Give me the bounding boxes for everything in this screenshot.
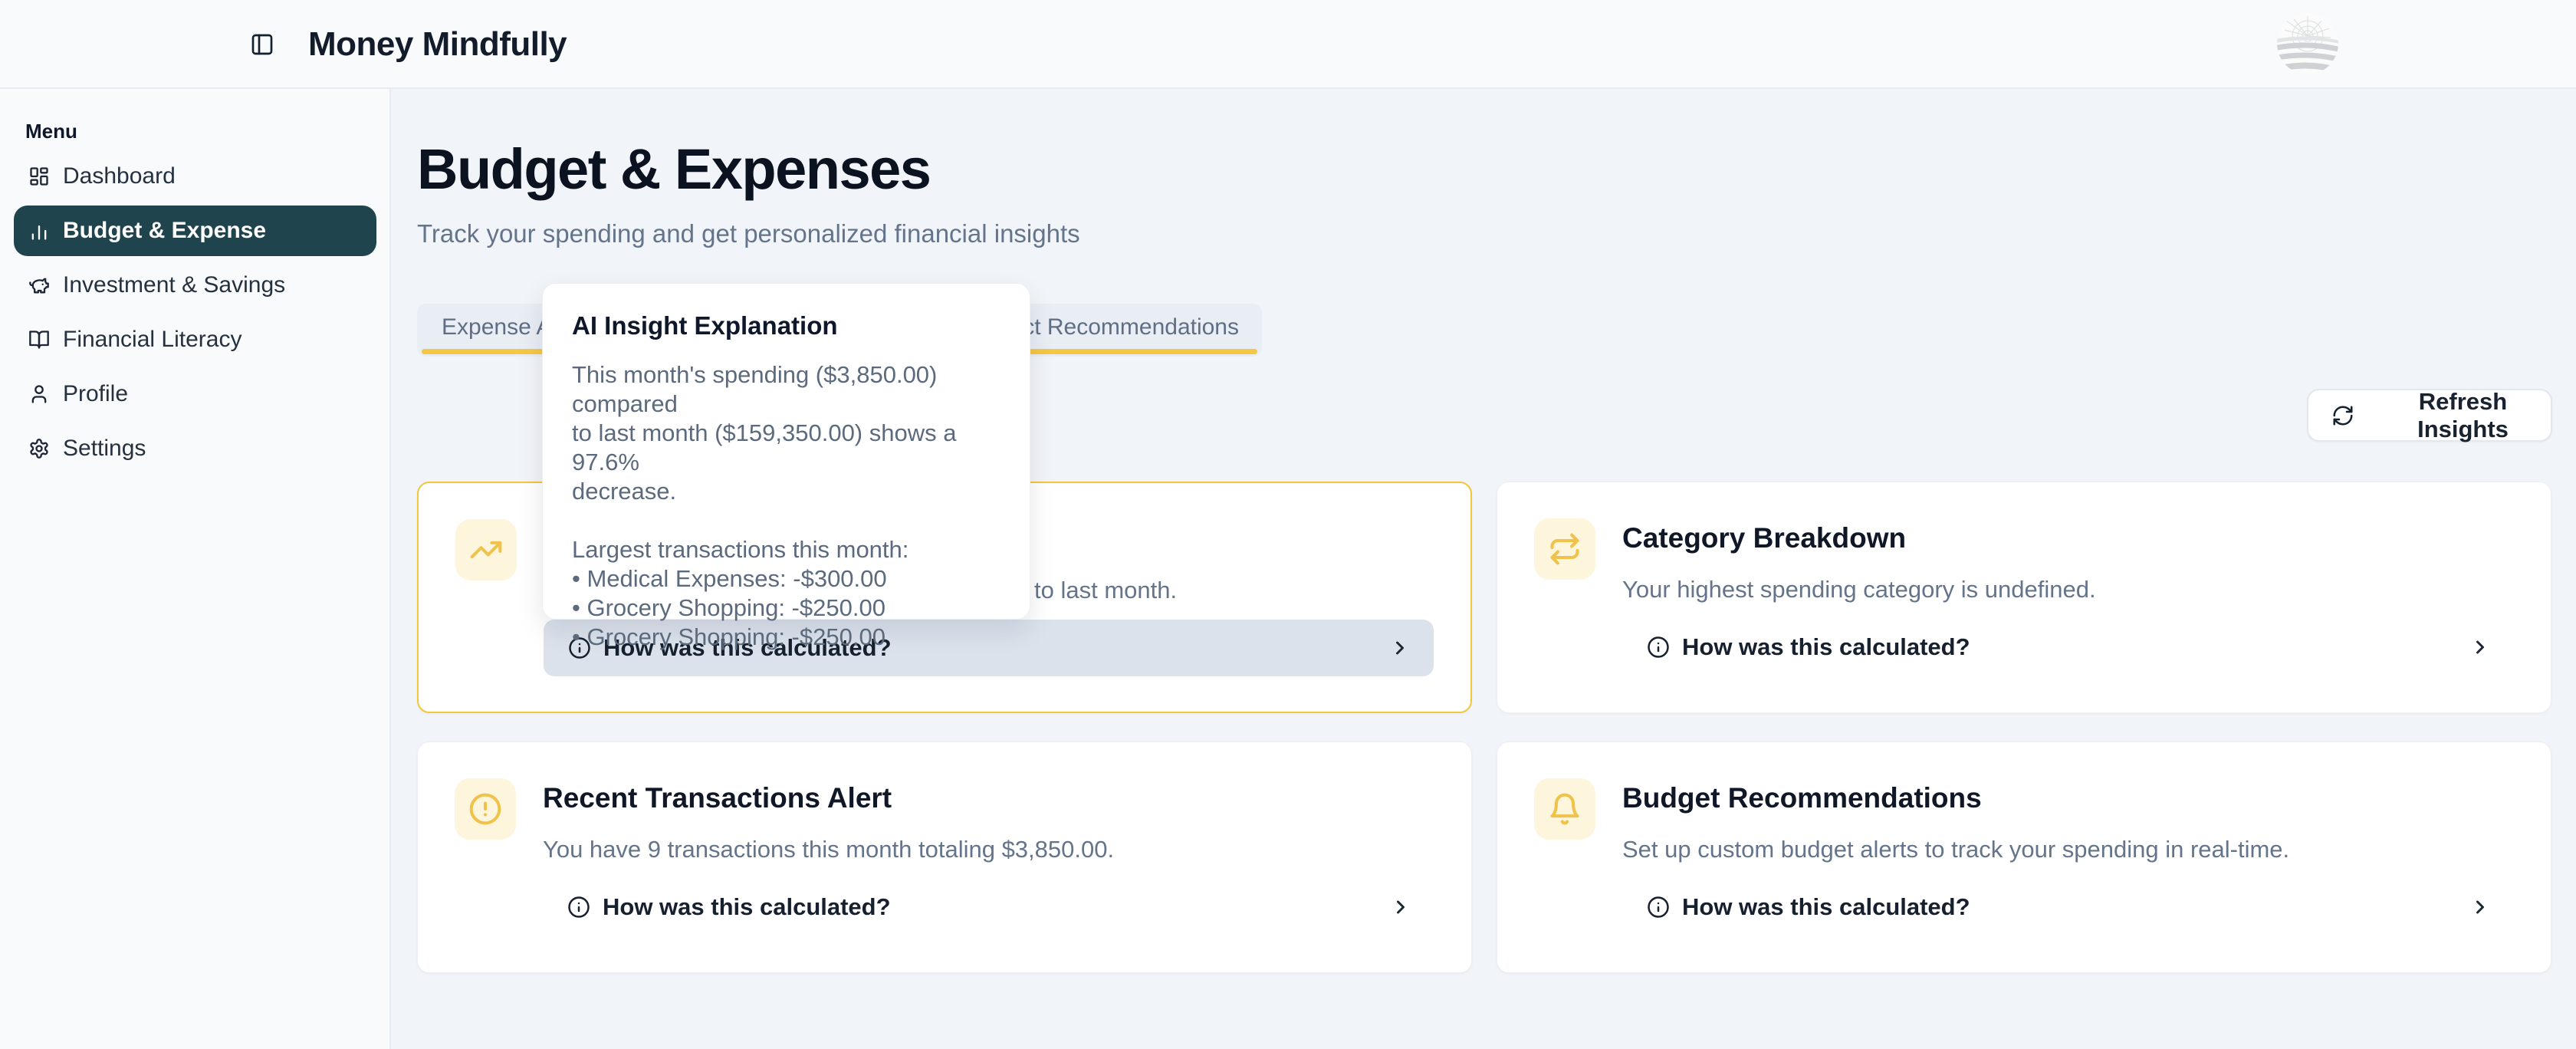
- popover-title: AI Insight Explanation: [572, 311, 1001, 340]
- info-icon: [1647, 636, 1670, 659]
- card-recent-transactions: Recent Transactions Alert You have 9 tra…: [417, 742, 1472, 973]
- how-calculated-link[interactable]: How was this calculated?: [1622, 619, 2514, 676]
- card-title: Category Breakdown: [1622, 522, 1906, 554]
- how-calculated-label: How was this calculated?: [603, 893, 891, 921]
- card-budget-recommendations: Budget Recommendations Set up custom bud…: [1497, 742, 2551, 973]
- panel-left-icon: [250, 32, 274, 57]
- card-title: Recent Transactions Alert: [543, 782, 892, 814]
- sidebar-toggle-button[interactable]: [250, 32, 274, 57]
- info-icon: [1647, 896, 1670, 919]
- page-title: Budget & Expenses: [417, 136, 930, 202]
- ai-insight-popover: AI Insight Explanation This month's spen…: [542, 283, 1030, 620]
- sidebar-item-investment-savings[interactable]: Investment & Savings: [14, 260, 376, 311]
- avatar[interactable]: [2277, 13, 2338, 74]
- sidebar-item-label: Settings: [63, 436, 146, 462]
- refresh-insights-button[interactable]: Refresh Insights: [2307, 389, 2552, 442]
- sidebar-section-label: Menu: [25, 120, 77, 143]
- popover-details: Largest transactions this month: • Medic…: [572, 535, 1001, 652]
- chevron-right-icon: [1389, 637, 1411, 659]
- card-title: Budget Recommendations: [1622, 782, 1982, 814]
- sidebar-item-label: Investment & Savings: [63, 272, 285, 298]
- how-calculated-link[interactable]: How was this calculated?: [1622, 879, 2514, 936]
- bell-icon: [1534, 778, 1595, 840]
- app-header: Money Mindfully: [0, 0, 2576, 89]
- chevron-right-icon: [2469, 636, 2491, 658]
- chevron-right-icon: [2469, 896, 2491, 918]
- how-calculated-label: How was this calculated?: [1682, 633, 1970, 661]
- sidebar-item-settings[interactable]: Settings: [14, 423, 376, 474]
- sidebar: Menu Dashboard Budget & Expense: [0, 89, 391, 1049]
- main-content: Budget & Expenses Track your spending an…: [391, 89, 2576, 1049]
- gear-icon: [28, 438, 50, 459]
- popover-summary: This month's spending ($3,850.00) compar…: [572, 360, 1001, 506]
- info-icon: [567, 896, 590, 919]
- tab-recommendations[interactable]: ct Recommendations: [1023, 304, 1239, 351]
- sidebar-item-financial-literacy[interactable]: Financial Literacy: [14, 314, 376, 365]
- chevron-right-icon: [1390, 896, 1411, 918]
- sidebar-item-label: Budget & Expense: [63, 218, 266, 244]
- tab-expense-analysis[interactable]: Expense A: [442, 304, 551, 351]
- app-title: Money Mindfully: [308, 23, 567, 66]
- sidebar-item-budget-expense[interactable]: Budget & Expense: [14, 206, 376, 256]
- how-calculated-link[interactable]: How was this calculated?: [543, 879, 1434, 936]
- how-calculated-label: How was this calculated?: [1682, 893, 1970, 921]
- card-category-breakdown: Category Breakdown Your highest spending…: [1497, 482, 2551, 713]
- layout-dashboard-icon: [28, 166, 50, 187]
- refresh-insights-label: Refresh Insights: [2375, 388, 2551, 443]
- card-description-fragment: to last month.: [1034, 575, 1177, 606]
- user-icon: [28, 383, 50, 405]
- repeat-icon: [1534, 518, 1595, 580]
- sidebar-item-label: Financial Literacy: [63, 327, 242, 353]
- sidebar-item-profile[interactable]: Profile: [14, 369, 376, 419]
- book-open-icon: [28, 329, 50, 350]
- sidebar-item-label: Dashboard: [63, 163, 176, 189]
- bar-chart-icon: [28, 220, 50, 242]
- card-description: You have 9 transactions this month total…: [543, 834, 1114, 865]
- page-subtitle: Track your spending and get personalized…: [417, 218, 1080, 250]
- sidebar-item-dashboard[interactable]: Dashboard: [14, 151, 376, 202]
- sidebar-item-label: Profile: [63, 381, 128, 407]
- piggy-bank-icon: [28, 275, 50, 296]
- trending-up-icon: [455, 519, 517, 580]
- card-description: Your highest spending category is undefi…: [1622, 574, 2096, 605]
- refresh-icon: [2331, 404, 2354, 427]
- card-description: Set up custom budget alerts to track you…: [1622, 834, 2289, 865]
- sidebar-nav: Dashboard Budget & Expense Investment & …: [0, 151, 389, 478]
- alert-circle-icon: [455, 778, 516, 840]
